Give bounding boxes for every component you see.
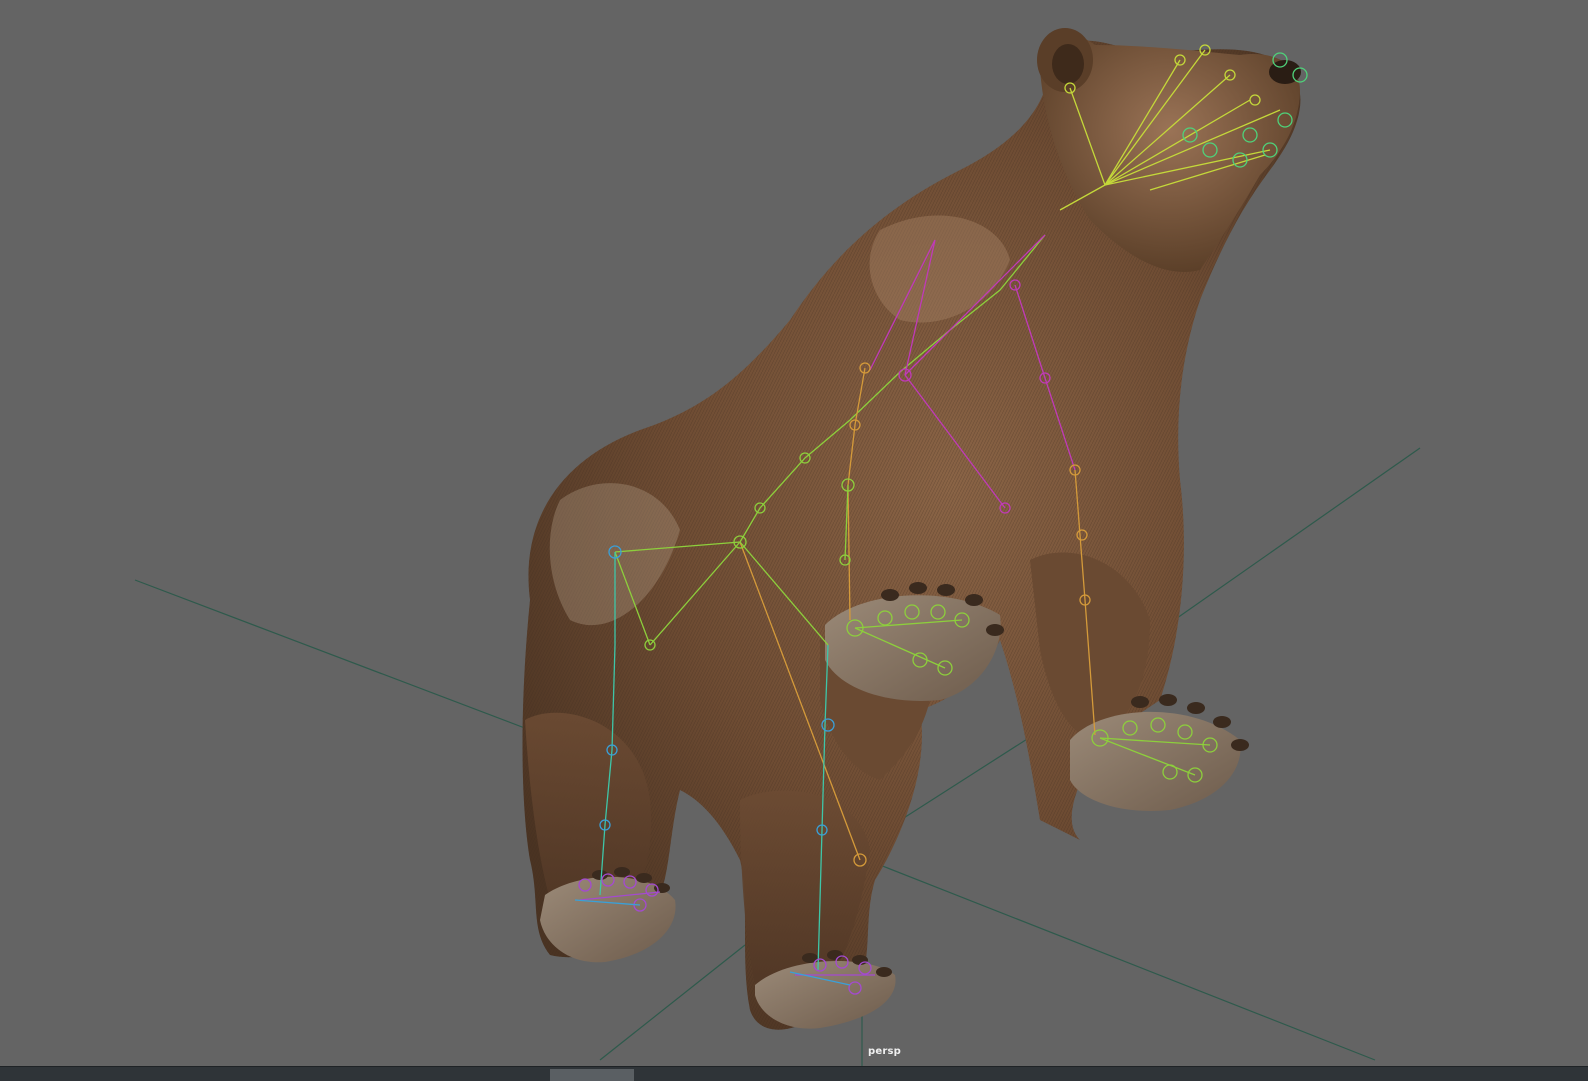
time-slider-handle[interactable] <box>550 1069 634 1081</box>
scene-render[interactable] <box>0 0 1588 1066</box>
3d-viewport[interactable]: persp <box>0 0 1588 1066</box>
bear-model <box>522 28 1301 1030</box>
camera-label: persp <box>868 1046 901 1057</box>
time-slider-bar[interactable] <box>0 1066 1588 1081</box>
